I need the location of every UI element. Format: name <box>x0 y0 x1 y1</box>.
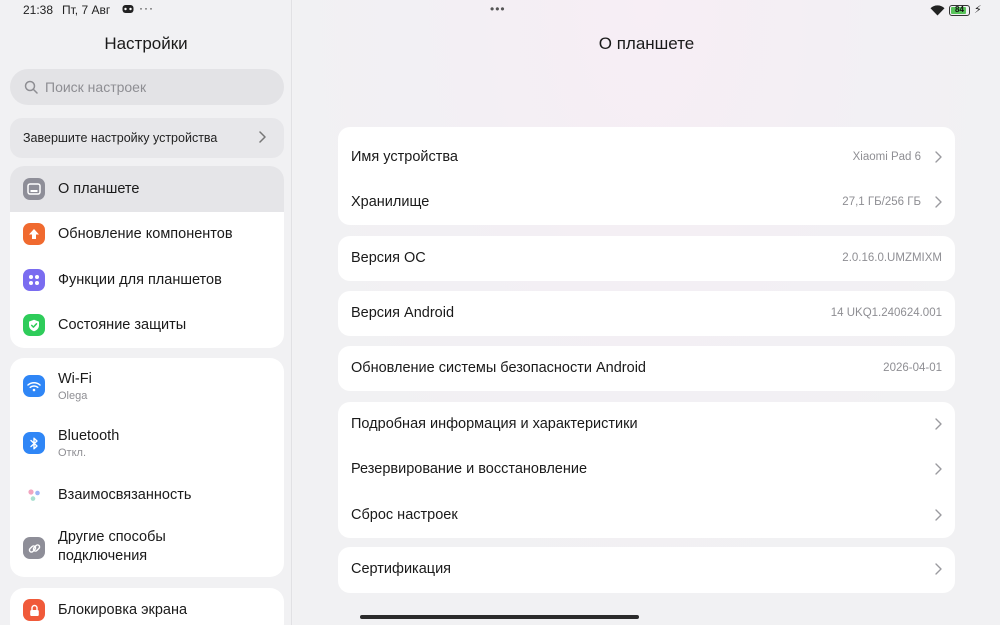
sidebar-item-label: Функции для планшетов <box>58 272 222 288</box>
arrow-up-icon <box>23 223 45 245</box>
certification-label: Сертификация <box>351 561 452 577</box>
chevron-right-icon <box>935 418 942 430</box>
device-name-row[interactable]: Имя устройства Xiaomi Pad 6 <box>338 135 955 180</box>
sidebar-group-connections: Wi-Fi Olega Bluetooth Откл. Взаимосвязан… <box>10 358 284 577</box>
finish-setup-label: Завершите настройку устройства <box>23 131 218 145</box>
device-name-label: Имя устройства <box>351 149 458 165</box>
shield-icon <box>23 314 45 336</box>
chevron-right-icon <box>935 563 942 575</box>
about-tablet-panel: О планшете Имя устройства Xiaomi Pad 6 Х… <box>293 0 1000 625</box>
sidebar-item-label: Bluetooth <box>58 428 120 444</box>
sidebar-item-bluetooth[interactable]: Bluetooth Откл. <box>10 414 284 472</box>
sidebar-group-device: О планшете Обновление компонентов Функци… <box>10 166 284 348</box>
chevron-right-icon <box>935 151 942 163</box>
more-options-card: Подробная информация и характеристики Ре… <box>338 402 955 538</box>
sidebar-item-lock-screen[interactable]: Блокировка экрана <box>10 588 284 625</box>
storage-row[interactable]: Хранилище 27,1 ГБ/256 ГБ <box>338 180 955 225</box>
connectivity-icon <box>23 484 45 506</box>
status-bar: 21:38 Пт, 7 Авг ··· ••• 84 ⚡ <box>0 0 1000 22</box>
sidebar-item-label: Состояние защиты <box>58 317 187 333</box>
chevron-right-icon <box>935 509 942 521</box>
sidebar-title: Настройки <box>104 34 188 53</box>
sidebar-item-label: Другие способы <box>58 529 166 545</box>
multitask-dots-icon[interactable]: ••• <box>490 2 506 16</box>
chevron-right-icon <box>935 463 942 475</box>
sidebar-item-label: Блокировка экрана <box>58 602 188 618</box>
status-time: 21:38 <box>23 3 54 17</box>
android-version-card: Версия Android 14 UKQ1.240624.001 <box>338 291 955 336</box>
backup-restore-label: Резервирование и восстановление <box>351 461 588 477</box>
chevron-right-icon <box>935 196 942 208</box>
security-update-row[interactable]: Обновление системы безопасности Android … <box>338 346 955 391</box>
os-version-value: 2.0.16.0.UMZMIXM <box>842 252 942 264</box>
bluetooth-icon <box>23 432 45 454</box>
sidebar-item-protection-status[interactable]: Состояние защиты <box>10 303 284 348</box>
android-version-label: Версия Android <box>351 305 455 321</box>
link-icon <box>23 537 45 559</box>
search-bar[interactable] <box>10 69 284 105</box>
device-name-value: Xiaomi Pad 6 <box>852 151 921 163</box>
grid-icon <box>23 269 45 291</box>
os-version-row[interactable]: Версия ОС 2.0.16.0.UMZMIXM <box>338 236 955 281</box>
factory-reset-row[interactable]: Сброс настроек <box>338 493 955 538</box>
tablet-icon <box>23 178 45 200</box>
search-icon <box>24 80 38 94</box>
android-version-value: 14 UKQ1.240624.001 <box>830 307 942 319</box>
charging-icon: ⚡ <box>974 4 982 16</box>
detailed-info-label: Подробная информация и характеристики <box>351 416 638 432</box>
sidebar-item-label: О планшете <box>58 181 140 197</box>
sidebar-group-security: Блокировка экрана <box>10 588 284 625</box>
backup-restore-row[interactable]: Резервирование и восстановление <box>338 447 955 492</box>
battery-icon: 84 <box>949 5 970 16</box>
status-date: Пт, 7 Авг <box>62 3 111 17</box>
security-update-value: 2026-04-01 <box>883 362 942 374</box>
certification-row[interactable]: Сертификация <box>338 547 955 592</box>
search-input[interactable] <box>45 69 265 105</box>
wifi-status-icon <box>930 5 945 16</box>
sidebar-item-tablet-features[interactable]: Функции для планшетов <box>10 258 284 303</box>
more-notifications-icon: ··· <box>139 1 154 15</box>
home-indicator[interactable] <box>360 615 639 619</box>
sidebar-item-sublabel: Olega <box>58 390 88 402</box>
os-version-card: Версия ОС 2.0.16.0.UMZMIXM <box>338 236 955 281</box>
sidebar-item-label: Wi-Fi <box>58 371 92 387</box>
security-update-label: Обновление системы безопасности Android <box>351 360 646 376</box>
android-version-row[interactable]: Версия Android 14 UKQ1.240624.001 <box>338 291 955 336</box>
finish-setup-banner[interactable]: Завершите настройку устройства <box>10 118 284 158</box>
wifi-icon <box>23 375 45 397</box>
sidebar-item-label-line2: подключения <box>58 548 148 564</box>
gamepad-icon <box>122 5 134 13</box>
device-info-card: Имя устройства Xiaomi Pad 6 Хранилище 27… <box>338 127 955 225</box>
sidebar-item-label: Обновление компонентов <box>58 226 233 242</box>
sidebar-item-sublabel: Откл. <box>58 447 87 459</box>
certification-card: Сертификация <box>338 547 955 593</box>
detailed-info-row[interactable]: Подробная информация и характеристики <box>338 402 955 447</box>
battery-level: 84 <box>955 5 964 14</box>
sidebar-item-interconnectivity[interactable]: Взаимосвязанность <box>10 472 284 518</box>
sidebar-item-about-tablet[interactable]: О планшете <box>10 166 284 212</box>
lock-icon <box>23 599 45 621</box>
settings-sidebar: Настройки Завершите настройку устройства… <box>0 0 292 625</box>
page-title: О планшете <box>598 34 695 53</box>
chevron-right-icon <box>259 131 266 143</box>
security-update-card: Обновление системы безопасности Android … <box>338 346 955 391</box>
storage-value: 27,1 ГБ/256 ГБ <box>842 196 921 208</box>
sidebar-item-wifi[interactable]: Wi-Fi Olega <box>10 358 284 414</box>
sidebar-item-other-connections[interactable]: Другие способы подключения <box>10 518 284 577</box>
storage-label: Хранилище <box>351 194 430 210</box>
sidebar-item-component-updates[interactable]: Обновление компонентов <box>10 212 284 258</box>
factory-reset-label: Сброс настроек <box>351 507 458 523</box>
os-version-label: Версия ОС <box>351 250 426 266</box>
sidebar-item-label: Взаимосвязанность <box>58 487 192 503</box>
